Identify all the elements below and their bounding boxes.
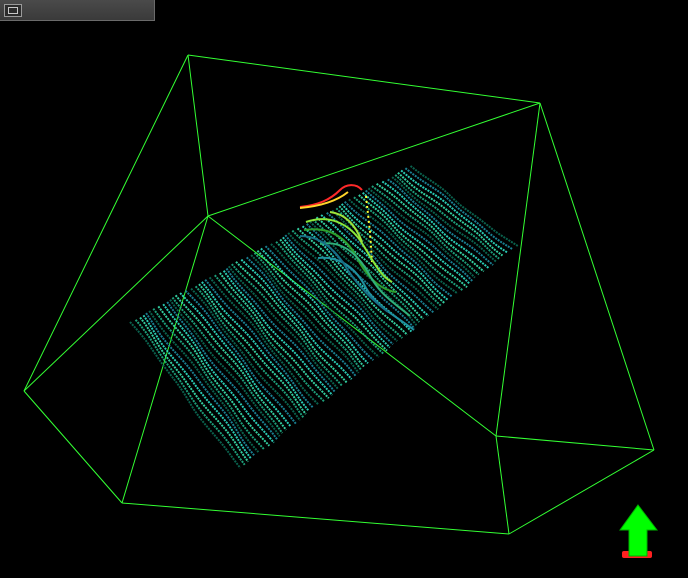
box-edge bbox=[495, 102, 541, 437]
box-edge bbox=[187, 54, 541, 104]
box-edge bbox=[23, 390, 123, 504]
bounding-box bbox=[23, 54, 655, 535]
highlight-trace bbox=[299, 184, 363, 208]
box-edge bbox=[495, 435, 655, 451]
box-edge bbox=[23, 54, 189, 392]
surface-trace bbox=[264, 245, 374, 361]
up-arrow-icon[interactable] bbox=[619, 504, 659, 558]
box-edge bbox=[23, 215, 209, 392]
highlighted-traces bbox=[299, 184, 415, 331]
3d-viewport[interactable] bbox=[0, 0, 688, 578]
surface-trace bbox=[145, 312, 255, 456]
seismic-surface bbox=[129, 165, 519, 469]
box-edge bbox=[495, 435, 510, 535]
surface-trace bbox=[358, 194, 468, 288]
arrow-shape bbox=[619, 504, 659, 557]
box-edge bbox=[539, 102, 655, 451]
box-edge bbox=[187, 54, 209, 217]
box-edge bbox=[207, 102, 541, 217]
surface-trace bbox=[148, 310, 260, 453]
surface-trace bbox=[365, 189, 473, 282]
box-edge bbox=[121, 502, 510, 535]
